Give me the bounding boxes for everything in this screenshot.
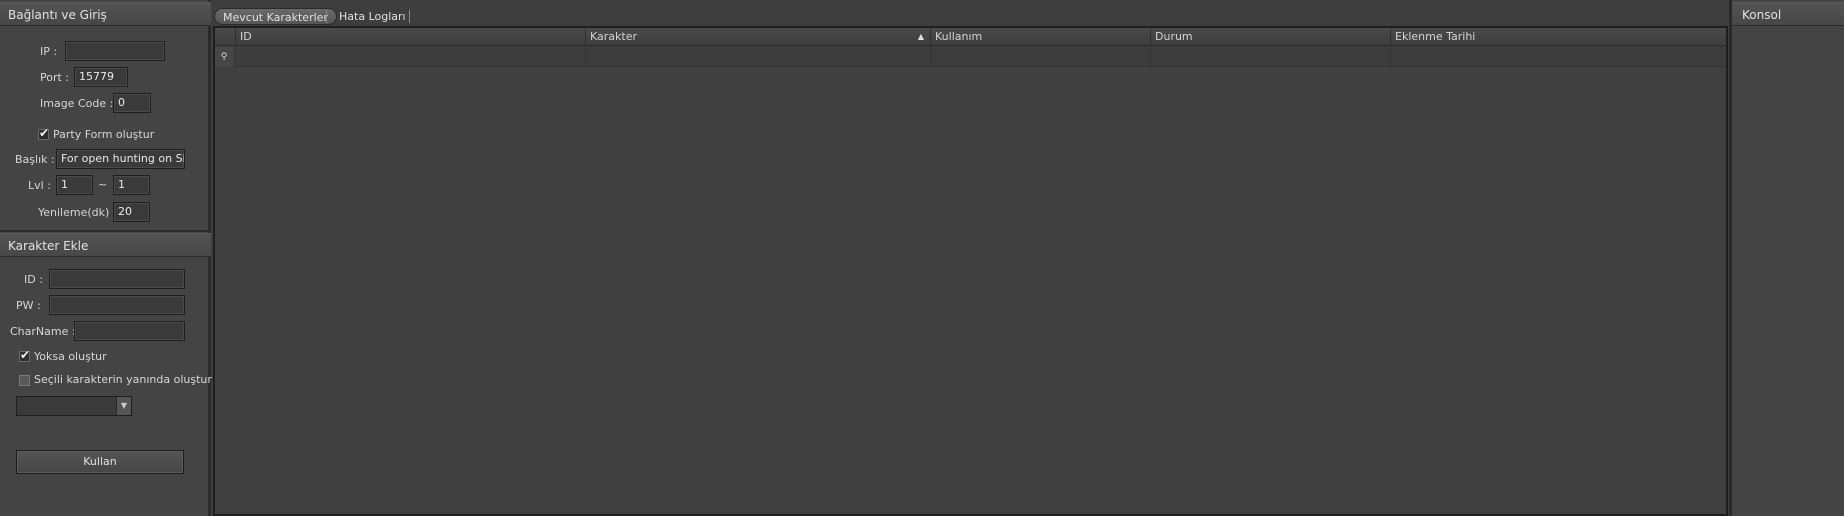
lvl-separator: ~ — [98, 178, 108, 191]
ip-label: IP : — [40, 45, 58, 58]
party-form-checkbox[interactable] — [38, 126, 49, 140]
row-cell-divider — [930, 47, 931, 67]
left-panel: Bağlantı ve Giriş IP : Port : 15779 Imag… — [0, 0, 212, 516]
refresh-input[interactable]: 20 — [113, 202, 150, 222]
new-row[interactable]: ⚲ — [215, 47, 1726, 67]
tab-separator — [326, 10, 327, 23]
lvl-max-input[interactable]: 1 — [113, 175, 150, 195]
column-header-date-added[interactable]: Eklenme Tarihi — [1390, 28, 1726, 46]
add-character-group: Karakter Ekle ID : PW : CharName : Yoksa… — [0, 233, 212, 516]
create-near-selected-checkbox[interactable] — [19, 375, 30, 386]
party-title-input[interactable]: For open hunting on Silkr — [56, 149, 185, 169]
use-button[interactable]: Kullan — [16, 450, 184, 474]
column-header-usage[interactable]: Kullanım — [930, 28, 1150, 46]
charname-input[interactable] — [74, 321, 185, 341]
id-input[interactable] — [49, 269, 185, 289]
column-header-character-label: Karakter — [590, 30, 637, 43]
column-header-character[interactable]: Karakter ▲ — [585, 28, 930, 46]
tab-separator — [409, 10, 410, 23]
column-header-status[interactable]: Durum — [1150, 28, 1390, 46]
add-character-group-title: Karakter Ekle — [0, 233, 211, 257]
create-if-missing-label: Yoksa oluştur — [34, 350, 107, 363]
character-dropdown[interactable]: ▼ — [16, 396, 132, 416]
image-code-label: Image Code : — [40, 97, 114, 110]
pw-label: PW : — [16, 299, 41, 312]
sort-ascending-icon: ▲ — [917, 32, 924, 41]
lvl-min-input[interactable]: 1 — [56, 175, 93, 195]
console-title: Konsol — [1732, 2, 1844, 26]
lvl-label: Lvl : — [28, 179, 51, 192]
chevron-down-icon[interactable]: ▼ — [116, 397, 131, 415]
connection-group: Bağlantı ve Giriş IP : Port : 15779 Imag… — [0, 2, 211, 232]
id-label: ID : — [24, 273, 43, 286]
column-header-id[interactable]: ID — [235, 28, 605, 46]
charname-label: CharName : — [10, 325, 76, 338]
characters-grid[interactable]: ID Karakter ▲ Kullanım Durum Eklenme Tar… — [213, 26, 1728, 516]
row-cell-divider — [1150, 47, 1151, 67]
port-label: Port : — [40, 71, 70, 84]
party-form-label: Party Form oluştur — [53, 128, 155, 141]
new-row-pin-icon: ⚲ — [215, 47, 233, 67]
create-if-missing-checkbox[interactable] — [19, 348, 30, 362]
create-near-selected-label: Seçili karakterin yanında oluştur — [34, 373, 212, 386]
row-cell-divider — [1390, 47, 1391, 67]
pw-input[interactable] — [49, 295, 185, 315]
grid-header: ID Karakter ▲ Kullanım Durum Eklenme Tar… — [215, 28, 1726, 46]
console-panel: Konsol — [1729, 0, 1844, 516]
tab-current-characters[interactable]: Mevcut Karakterler — [214, 8, 337, 25]
refresh-label: Yenileme(dk) : — [38, 206, 117, 219]
port-input[interactable]: 15779 — [74, 67, 128, 87]
title-label: Başlık : — [15, 153, 55, 166]
image-code-input[interactable]: 0 — [113, 93, 151, 113]
tab-bar: Mevcut Karakterler Hata Logları — [214, 6, 1728, 26]
ip-input[interactable] — [65, 41, 165, 61]
connection-group-title: Bağlantı ve Giriş — [0, 2, 211, 26]
row-cell-divider — [585, 47, 586, 67]
tab-error-logs[interactable]: Hata Logları — [331, 8, 414, 25]
